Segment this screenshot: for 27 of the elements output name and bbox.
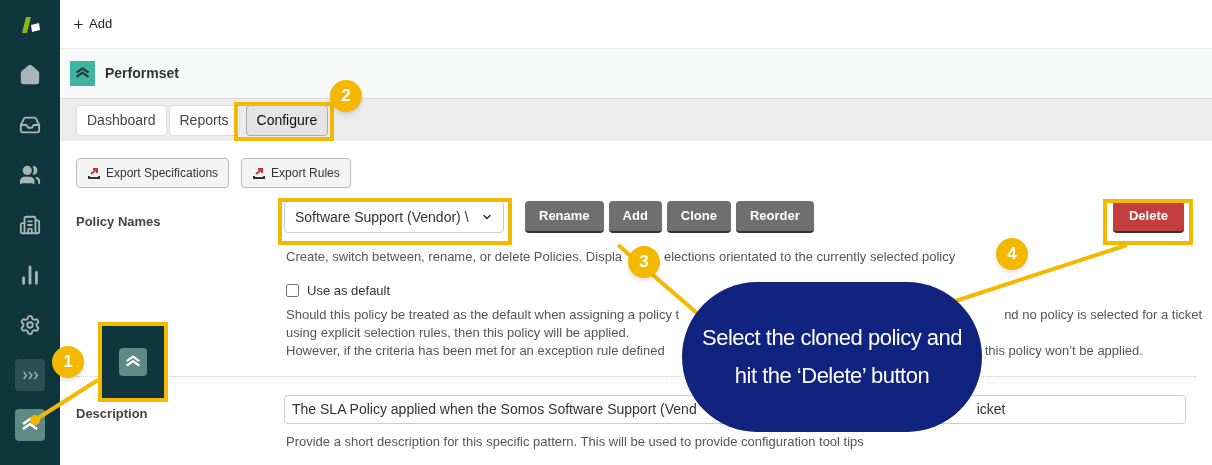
step-badge: 3 xyxy=(628,246,660,278)
policy-button[interactable]: Rename xyxy=(525,201,604,233)
export-button[interactable]: Export Specifications xyxy=(76,158,230,188)
tab[interactable]: Reports xyxy=(168,104,240,136)
help-text: Create, switch between, rename, or delete Policies. Displa xyxy=(286,248,622,266)
delete-button[interactable]: Delete xyxy=(1112,201,1184,233)
step-badge: 1 xyxy=(52,346,84,378)
field-label: Policy Names xyxy=(76,214,161,229)
help-text: nd no policy is selected for a ticket xyxy=(1004,306,1203,324)
tab[interactable]: Configure xyxy=(245,104,329,136)
help-text: Should this policy be treated as the default when assigning a policy t xyxy=(286,306,680,324)
step-badge: 4 xyxy=(996,238,1028,270)
help-text: elections orientated to the currently selected policy xyxy=(664,248,956,266)
export-button[interactable]: Export Rules xyxy=(241,158,351,188)
policy-button[interactable]: Add xyxy=(608,201,662,233)
policy-button[interactable]: Clone xyxy=(666,201,731,233)
policy-select[interactable]: Software Support (Vendor) \ xyxy=(284,201,504,233)
add-button[interactable]: Add xyxy=(72,14,113,34)
tab[interactable]: Dashboard xyxy=(76,104,167,136)
checkbox-label: Use as default xyxy=(307,281,391,300)
help-text: using explicit selection rules, then this policy will be applied. xyxy=(286,324,630,342)
help-text: Provide a short description for this specific pattern. This will be used to provide configuration tool tips xyxy=(286,433,865,451)
help-text: However, if the criteria has been met for an exception rule defined xyxy=(286,342,665,360)
policy-button[interactable]: Reorder xyxy=(736,201,814,233)
app-title: Performset xyxy=(105,64,179,83)
field-label: Description xyxy=(76,406,148,421)
help-text: this policy won’t be applied. xyxy=(984,342,1143,360)
